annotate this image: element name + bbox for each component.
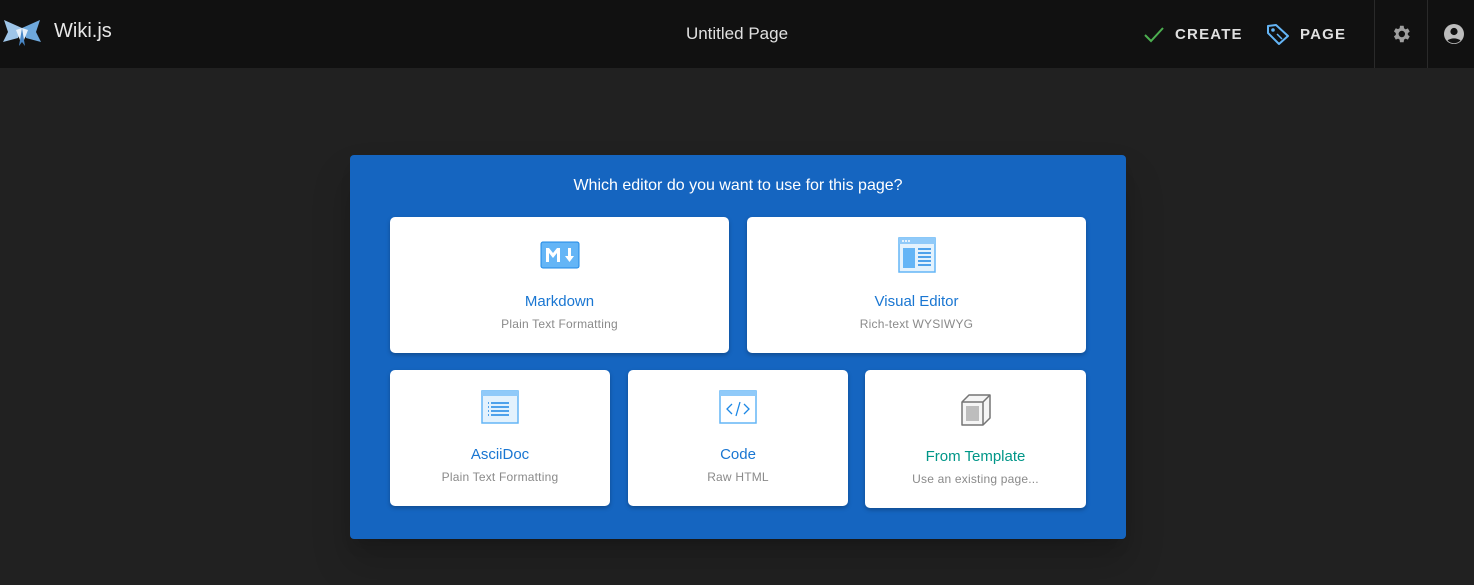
- editor-card-title: From Template: [925, 448, 1026, 465]
- asciidoc-icon: [481, 390, 519, 424]
- page-actions-label: PAGE: [1300, 25, 1347, 43]
- editor-card-subtitle: Plain Text Formatting: [501, 317, 618, 331]
- editor-card-code[interactable]: Code Raw HTML: [628, 370, 848, 506]
- create-button[interactable]: CREATE: [1143, 0, 1243, 68]
- editor-card-subtitle: Use an existing page...: [912, 472, 1039, 486]
- tag-icon: [1267, 24, 1289, 45]
- wikijs-logo-icon[interactable]: [2, 18, 42, 50]
- editor-card-subtitle: Raw HTML: [707, 470, 769, 484]
- page-title: Untitled Page: [685, 24, 789, 43]
- visual-editor-icon: [897, 237, 936, 273]
- editor-card-visual-editor[interactable]: Visual Editor Rich-text WYSIWYG: [747, 217, 1086, 353]
- check-icon: [1144, 27, 1164, 43]
- markdown-icon: [540, 241, 579, 269]
- page-actions-button[interactable]: PAGE: [1266, 0, 1346, 68]
- account-button[interactable]: [1428, 0, 1474, 68]
- account-circle-icon: [1444, 24, 1464, 44]
- top-app-bar: Wiki.js Untitled Page CREATE PAGE: [0, 0, 1474, 68]
- editor-card-from-template[interactable]: From Template Use an existing page...: [865, 370, 1086, 508]
- editor-card-title: Code: [720, 446, 756, 463]
- gear-icon: [1393, 25, 1410, 43]
- dialog-title: Which editor do you want to use for this…: [573, 177, 903, 194]
- code-icon: [719, 390, 757, 424]
- editor-card-subtitle: Rich-text WYSIWYG: [859, 317, 974, 331]
- editor-card-title: Markdown: [524, 293, 595, 310]
- editor-card-title: Visual Editor: [874, 293, 959, 310]
- template-cube-icon: [960, 394, 991, 426]
- editor-card-markdown[interactable]: Markdown Plain Text Formatting: [390, 217, 729, 353]
- editor-card-asciidoc[interactable]: AsciiDoc Plain Text Formatting: [390, 370, 610, 506]
- admin-settings-button[interactable]: [1375, 0, 1427, 68]
- editor-card-subtitle: Plain Text Formatting: [441, 470, 559, 484]
- editor-selection-dialog: Which editor do you want to use for this…: [350, 155, 1126, 539]
- create-button-label: CREATE: [1175, 25, 1243, 43]
- app-title[interactable]: Wiki.js: [54, 20, 112, 43]
- editor-card-title: AsciiDoc: [470, 446, 530, 463]
